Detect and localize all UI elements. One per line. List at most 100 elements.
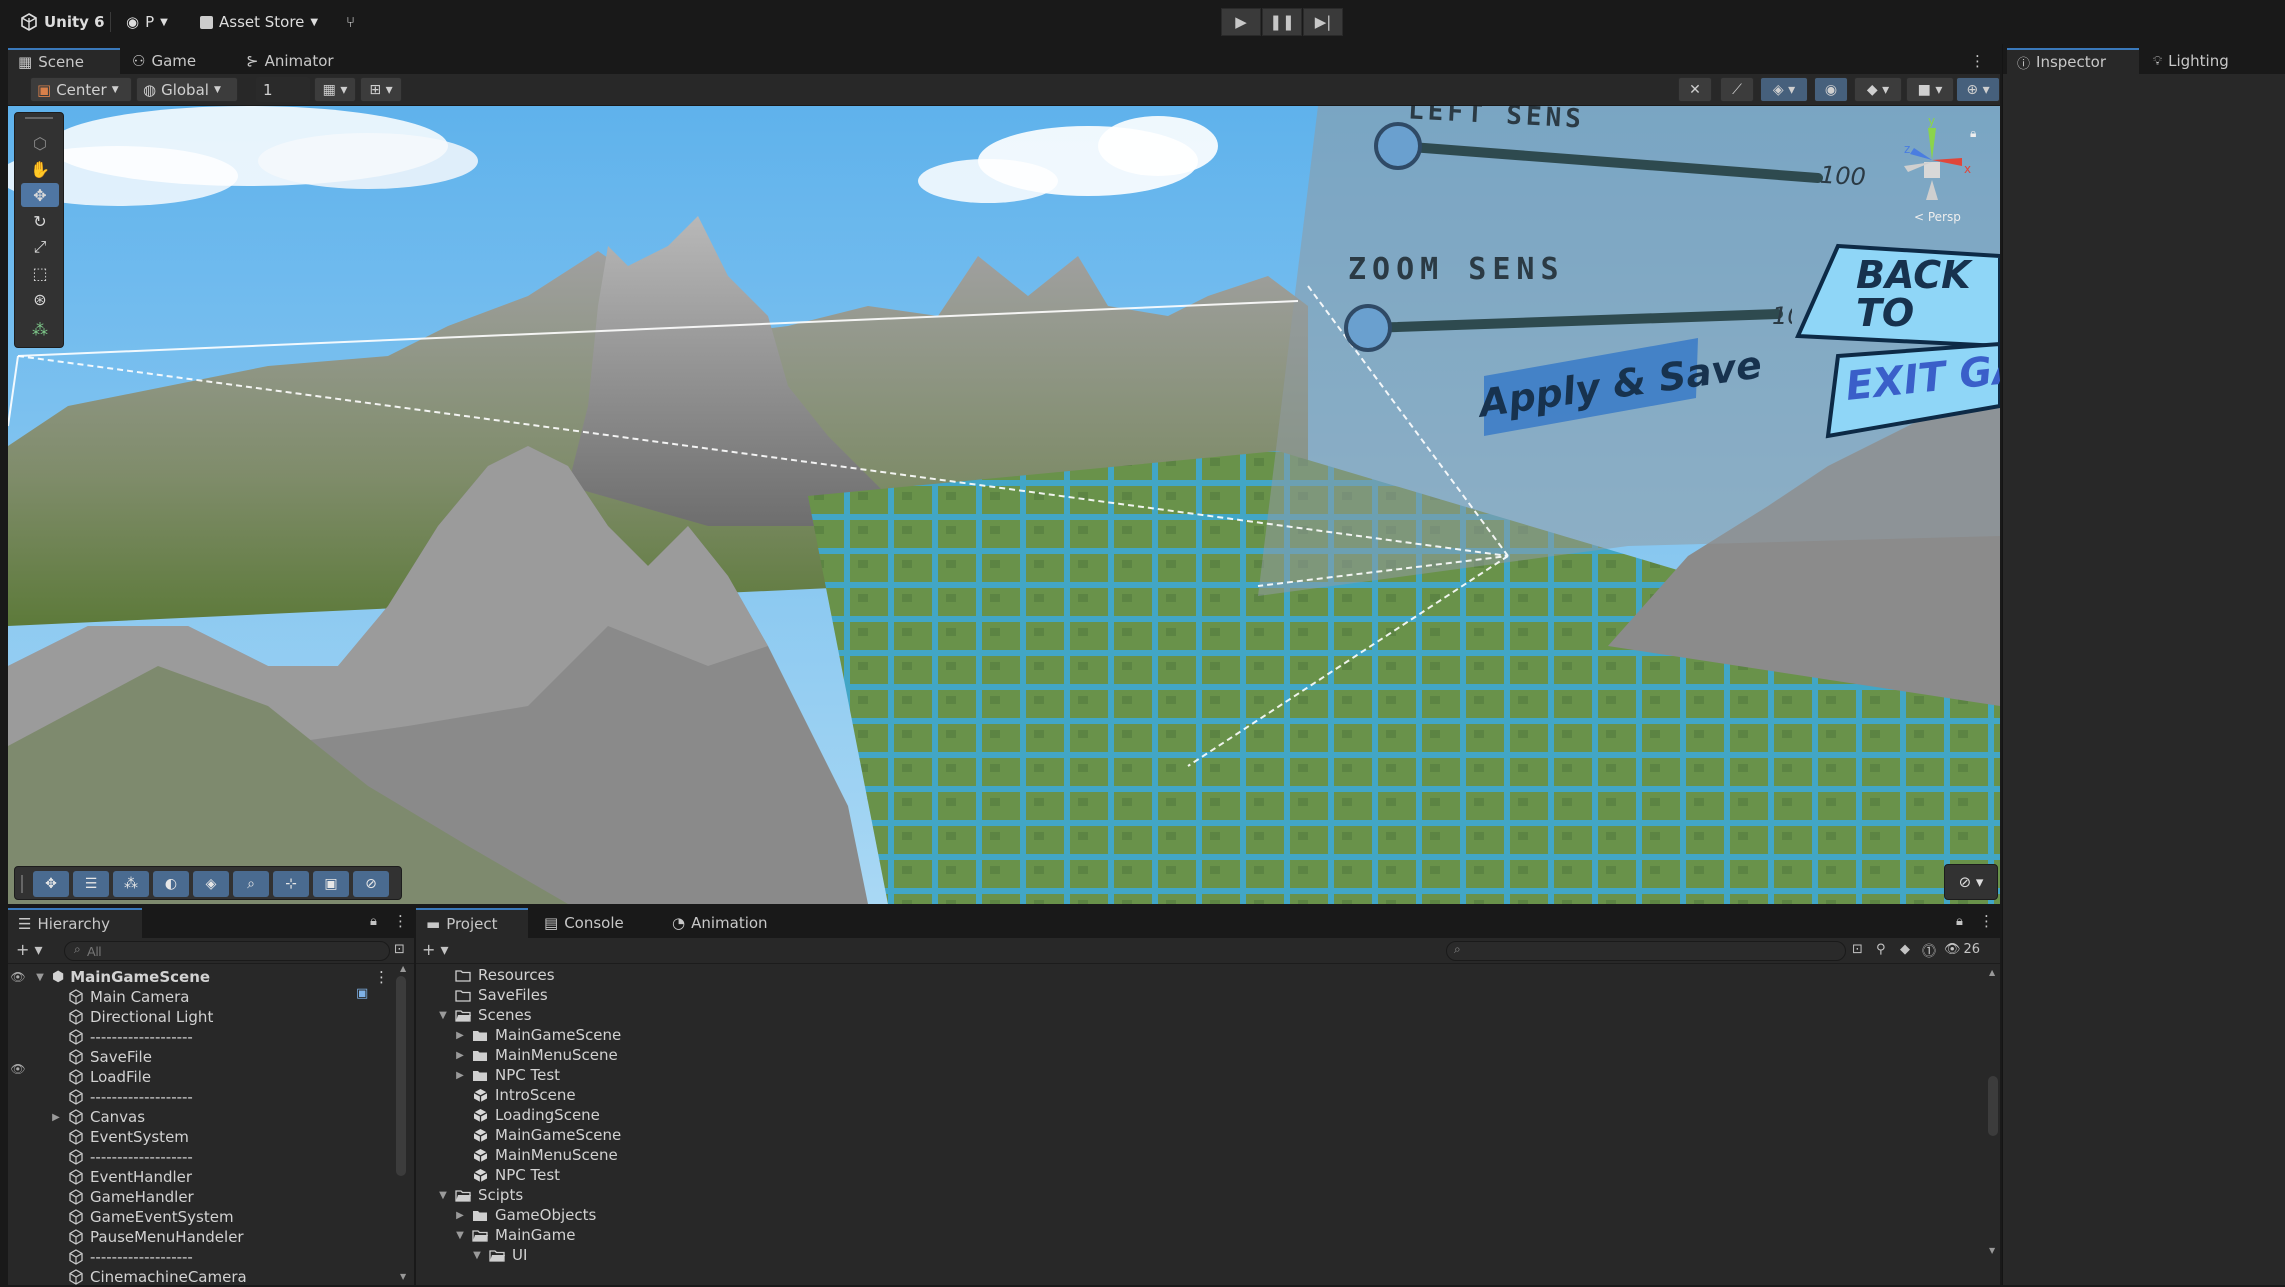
visibility-toggle[interactable]: ◉ [1814, 77, 1848, 102]
overlay-navmesh-button[interactable]: ◈ [193, 871, 229, 897]
hierarchy-item[interactable]: ------------------- [50, 1147, 193, 1167]
project-folder-item[interactable]: ▼ MainGame [454, 1225, 575, 1245]
expand-arrow-icon[interactable]: ▼ [437, 1010, 449, 1021]
custom-tool[interactable]: ⁂ [21, 317, 59, 341]
scroll-down-icon[interactable]: ▼ [1989, 1246, 1995, 1255]
draw-mode-dropdown[interactable]: ◆ ▾ [1854, 77, 1902, 102]
expand-arrow-icon[interactable]: ▶ [50, 1112, 62, 1123]
overlay-camera-button[interactable]: ▣ [313, 871, 349, 897]
hierarchy-item[interactable]: EventSystem [50, 1127, 189, 1147]
expand-arrow-icon[interactable]: ▼ [34, 972, 46, 983]
scene-2d-toggle[interactable]: ✕ [1678, 77, 1712, 102]
hierarchy-item[interactable]: GameHandler [50, 1187, 194, 1207]
hierarchy-item[interactable]: PauseMenuHandeler [50, 1227, 244, 1247]
view-tool-3d[interactable]: ⬡ [21, 131, 59, 155]
tab-console[interactable]: ▤ Console [534, 908, 656, 938]
transform-tool[interactable]: ⊛ [21, 287, 59, 311]
tab-inspector[interactable]: ⓘ Inspector [2007, 48, 2139, 74]
hierarchy-item[interactable]: SaveFile [50, 1047, 152, 1067]
hierarchy-item[interactable]: GameEventSystem [50, 1207, 234, 1227]
project-scene-item[interactable]: LoadingScene [454, 1105, 600, 1125]
play-button[interactable]: ▶ [1221, 8, 1261, 36]
project-scene-item[interactable]: NPC Test [454, 1165, 560, 1185]
project-folder-item[interactable]: ▼ Scenes [437, 1005, 531, 1025]
expand-arrow-icon[interactable]: ▼ [471, 1250, 483, 1261]
gizmos-dropdown[interactable]: ⊕ ▾ [1956, 77, 2000, 102]
project-scrollbar[interactable] [1988, 1076, 1998, 1136]
project-folder-item[interactable]: ▼ Scipts [437, 1185, 523, 1205]
kebab-icon[interactable]: ⋮ [1979, 912, 1994, 930]
hand-tool[interactable]: ✋ [21, 157, 59, 181]
version-control-button[interactable]: ⑂ [346, 8, 355, 36]
tab-hierarchy[interactable]: ☰ Hierarchy [8, 908, 142, 938]
hierarchy-item[interactable]: ▶ Canvas [50, 1107, 145, 1127]
scale-tool[interactable]: ⤢ [21, 235, 59, 259]
add-object-button[interactable]: + ▾ [16, 940, 43, 959]
project-folder-item[interactable]: ▼ UI [471, 1245, 527, 1265]
camera-orient-button[interactable]: ⊘ ▾ [1944, 864, 1998, 900]
gizmo-mode-label[interactable]: < Persp [1914, 210, 1961, 224]
scene-picker-icon[interactable]: ⊡ [394, 942, 405, 957]
project-scene-item[interactable]: IntroScene [454, 1085, 576, 1105]
hierarchy-item[interactable]: ------------------- [50, 1087, 193, 1107]
audio-toggle[interactable]: ⟋ [1720, 77, 1754, 102]
expand-arrow-icon[interactable]: ▶ [454, 1030, 466, 1041]
tab-animator[interactable]: ⊱ Animator [236, 48, 366, 74]
visibility-icon[interactable]: 👁︎ [8, 970, 28, 984]
hierarchy-item[interactable]: EventHandler [50, 1167, 192, 1187]
project-search-input[interactable] [1446, 941, 1846, 961]
search-scope-icon[interactable]: ⊡ [1852, 942, 1863, 957]
lock-icon[interactable]: 🔒︎ [1970, 126, 1976, 141]
overlay-search-button[interactable]: ⌕ [233, 871, 269, 897]
project-scene-item[interactable]: MainMenuScene [454, 1145, 618, 1165]
increment-snap-button[interactable]: ⊞ ▾ [360, 77, 402, 102]
project-scene-item[interactable]: MainGameScene [454, 1125, 621, 1145]
overlay-lighting-button[interactable]: ◐ [153, 871, 189, 897]
expand-arrow-icon[interactable]: ▼ [437, 1190, 449, 1201]
visibility-icon[interactable]: 👁︎ [8, 1062, 28, 1076]
filter-type-icon[interactable]: ⚲ [1876, 942, 1886, 957]
hierarchy-item[interactable]: Directional Light [50, 1007, 213, 1027]
rect-tool[interactable]: ⬚ [21, 261, 59, 285]
overlay-compass-button[interactable]: ⊘ [353, 871, 389, 897]
tab-project[interactable]: ▬ Project [416, 908, 528, 938]
scene-viewport[interactable]: LEFT SENS 100 ZOOM SENS 10 Apply & Save … [8, 106, 2000, 904]
scene-tab-menu[interactable]: ⋮ [1970, 48, 2000, 74]
project-folder-item[interactable]: ▶ NPC Test [454, 1065, 560, 1085]
hierarchy-search-input[interactable] [64, 941, 390, 961]
asset-store-dropdown[interactable]: Asset Store ▼ [200, 8, 318, 36]
rotate-tool[interactable]: ↻ [21, 209, 59, 233]
hierarchy-scrollbar[interactable] [396, 976, 406, 1176]
kebab-icon[interactable]: ⋮ [374, 968, 389, 986]
drag-handle[interactable] [25, 117, 53, 119]
grid-snapping-button[interactable]: ▦ ▾ [314, 77, 356, 102]
label-icon[interactable]: ◆ [1900, 942, 1910, 957]
project-folder-item[interactable]: ▶ MainGameScene [454, 1025, 621, 1045]
hierarchy-item[interactable]: Main Camera [50, 987, 189, 1007]
hierarchy-scene-row[interactable]: 👁︎ ▼ ⬢ MainGameScene ⋮ [8, 967, 392, 987]
create-asset-button[interactable]: + ▾ [422, 940, 449, 959]
hidden-packages-toggle[interactable]: 👁︎ 26 [1944, 942, 1980, 957]
hierarchy-item[interactable]: ------------------- [50, 1247, 193, 1267]
project-folder-item[interactable]: SaveFiles [437, 985, 548, 1005]
tab-lighting[interactable]: 💡︎ Lighting [2143, 48, 2283, 74]
drag-handle[interactable] [21, 875, 23, 893]
expand-arrow-icon[interactable]: ▶ [454, 1050, 466, 1061]
hierarchy-item[interactable]: LoadFile [50, 1067, 151, 1087]
tab-game[interactable]: ⚇ Game [122, 48, 232, 74]
scroll-up-icon[interactable]: ▲ [400, 964, 406, 973]
account-dropdown[interactable]: ◉ P ▼ [126, 8, 168, 36]
overlay-particles-button[interactable]: ⁂ [113, 871, 149, 897]
pause-button[interactable]: ❚❚ [1262, 8, 1302, 36]
kebab-icon[interactable]: ⋮ [393, 912, 408, 930]
tab-animation[interactable]: ◔ Animation [662, 908, 802, 938]
expand-arrow-icon[interactable]: ▶ [454, 1070, 466, 1081]
expand-arrow-icon[interactable]: ▼ [454, 1230, 466, 1241]
camera-dropdown[interactable]: ■ ▾ [1906, 77, 1954, 102]
camera-component-icon[interactable]: ▣ [356, 986, 368, 1001]
tab-scene[interactable]: ▦ Scene [8, 48, 120, 74]
unity-menu[interactable]: Unity 6 [20, 8, 105, 36]
step-button[interactable]: ▶| [1303, 8, 1343, 36]
expand-arrow-icon[interactable]: ▶ [454, 1210, 466, 1221]
effects-dropdown[interactable]: ◈ ▾ [1760, 77, 1808, 102]
